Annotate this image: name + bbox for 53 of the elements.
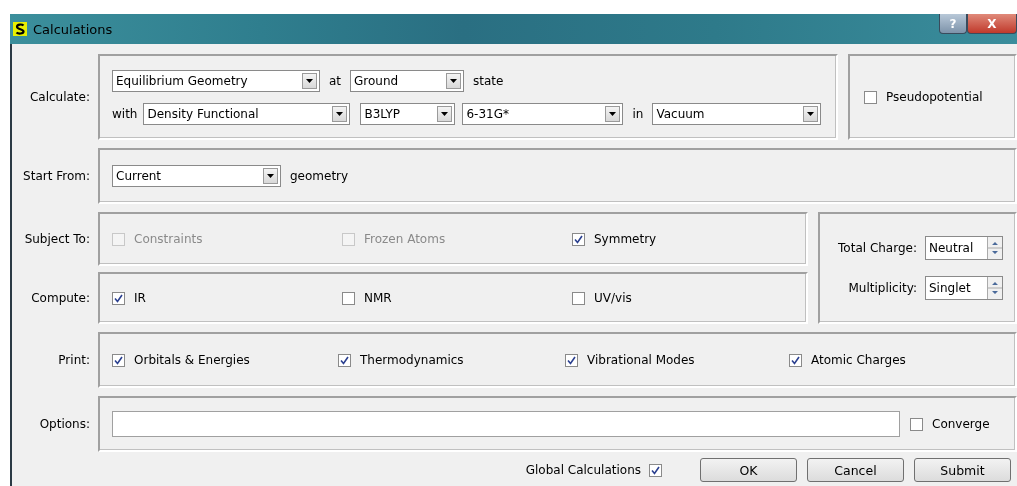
dialog-button[interactable]: OK bbox=[700, 458, 797, 482]
row-label: Start From: bbox=[22, 169, 90, 183]
state-label: state bbox=[473, 73, 504, 88]
spin-field[interactable]: Neutral bbox=[925, 236, 1003, 260]
row-label: Compute: bbox=[30, 291, 90, 305]
geometry-label: geometry bbox=[290, 169, 349, 183]
functional-dropdown[interactable]: B3LYP bbox=[360, 102, 456, 125]
pseudopotential-checkbox[interactable]: Pseudopotential bbox=[864, 90, 983, 104]
checkbox[interactable] bbox=[572, 291, 585, 305]
row-label: Options: bbox=[38, 417, 90, 431]
window-title: Calculations bbox=[33, 21, 113, 37]
start-geometry-dropdown[interactable]: Current bbox=[112, 165, 281, 187]
option-checkbox[interactable]: NMR bbox=[342, 291, 572, 305]
checkbox[interactable] bbox=[112, 291, 125, 305]
converge-checkbox[interactable]: Converge bbox=[910, 417, 990, 431]
option-checkbox[interactable]: Vibrational Modes bbox=[565, 353, 789, 367]
row-label: Subject To: bbox=[23, 232, 90, 246]
basis-set-dropdown[interactable]: 6-31G* bbox=[462, 102, 624, 125]
option-checkbox[interactable]: Symmetry bbox=[572, 232, 806, 246]
state-dropdown[interactable]: Ground bbox=[350, 69, 465, 92]
spin-buttons-icon[interactable] bbox=[987, 277, 1002, 299]
checkbox[interactable] bbox=[338, 353, 351, 367]
in-label: in bbox=[632, 106, 644, 121]
option-checkbox[interactable]: IR bbox=[112, 291, 342, 305]
checkbox[interactable] bbox=[789, 353, 802, 367]
option-checkbox[interactable]: Orbitals & Energies bbox=[112, 353, 338, 367]
checkbox[interactable] bbox=[864, 90, 877, 104]
spin-field[interactable]: Singlet bbox=[925, 276, 1003, 300]
checkbox[interactable] bbox=[565, 353, 578, 367]
spin-buttons-icon[interactable] bbox=[987, 237, 1002, 259]
close-button[interactable]: X bbox=[967, 14, 1017, 34]
checkbox[interactable] bbox=[342, 291, 355, 305]
checkbox[interactable] bbox=[910, 417, 923, 431]
dialog-button[interactable]: Cancel bbox=[807, 458, 904, 482]
solvent-dropdown[interactable]: Vacuum bbox=[652, 102, 822, 125]
checkbox[interactable] bbox=[112, 353, 125, 367]
method-dropdown[interactable]: Density Functional bbox=[143, 102, 351, 125]
at-label: at bbox=[329, 73, 342, 88]
options-input-field[interactable] bbox=[112, 411, 900, 437]
option-checkbox[interactable]: Atomic Charges bbox=[789, 353, 1015, 367]
checkbox[interactable] bbox=[572, 232, 585, 246]
option-checkbox[interactable]: Thermodynamics bbox=[338, 353, 565, 367]
global-calculations-checkbox[interactable] bbox=[649, 463, 662, 477]
task-dropdown[interactable]: Equilibrium Geometry bbox=[112, 69, 320, 92]
charge-label: Total Charge: bbox=[838, 241, 917, 255]
row-label: Print: bbox=[57, 353, 90, 367]
dialog-button[interactable]: Submit bbox=[914, 458, 1011, 482]
row-label: Calculate: bbox=[28, 90, 90, 104]
option-checkbox[interactable]: UV/vis bbox=[572, 291, 806, 305]
app-logo-icon bbox=[13, 22, 27, 36]
multiplicity-label: Multiplicity: bbox=[848, 281, 917, 295]
global-calculations-label: Global Calculations bbox=[525, 463, 641, 477]
with-label: with bbox=[112, 106, 138, 121]
